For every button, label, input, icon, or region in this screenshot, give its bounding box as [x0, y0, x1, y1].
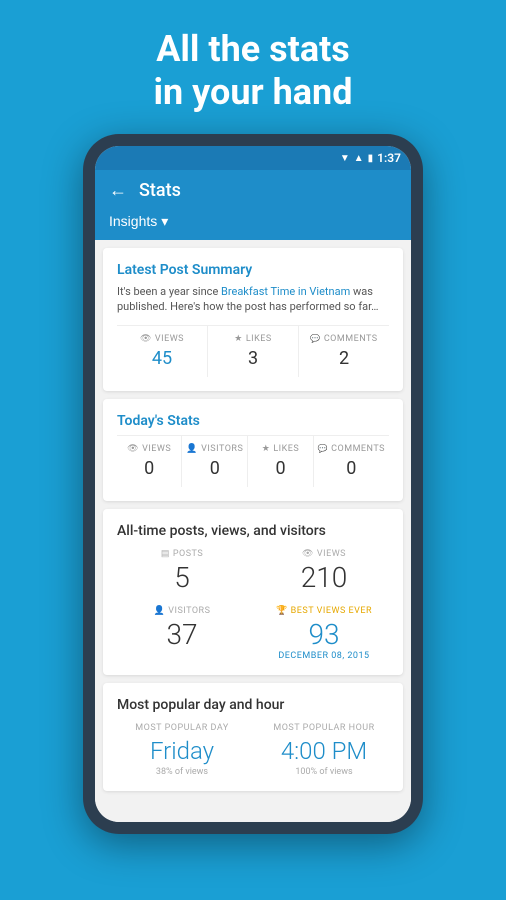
alltime-card: All-time posts, views, and visitors POST… — [103, 509, 403, 675]
popular-hour-sub: 100% of views — [295, 767, 352, 777]
today-person-icon — [186, 444, 198, 454]
hero-line2: in your hand — [153, 71, 352, 113]
insights-tab[interactable]: Insights ▾ — [109, 213, 168, 232]
popular-hour-label: MOST POPULAR HOUR — [273, 723, 374, 733]
today-comments-cell: COMMENTS 0 — [314, 436, 389, 487]
desc-before: It's been a year since — [117, 285, 221, 298]
today-views-value: 0 — [121, 458, 177, 479]
phone-screen: ▼ ▲ ▮ 1:37 ← Stats Insights ▾ Latest Pos… — [95, 146, 411, 822]
alltime-views-value: 210 — [301, 561, 348, 594]
hero-text: All the stats in your hand — [133, 0, 372, 134]
alltime-posts-value: 5 — [174, 561, 190, 594]
popular-hour-cell: MOST POPULAR HOUR 4:00 PM 100% of views — [259, 723, 389, 777]
battery-icon: ▮ — [368, 153, 374, 164]
hero-section: All the stats in your hand — [133, 0, 372, 134]
latest-views-value: 45 — [121, 348, 203, 369]
back-button[interactable]: ← — [109, 180, 127, 201]
latest-views-label: VIEWS — [121, 334, 203, 344]
comment-icon — [310, 334, 320, 344]
latest-post-desc: It's been a year since Breakfast Time in… — [117, 284, 389, 315]
latest-comments-value: 2 — [303, 348, 385, 369]
app-bar: ← Stats — [95, 170, 411, 211]
popular-title: Most popular day and hour — [117, 697, 389, 713]
today-visitors-value: 0 — [186, 458, 243, 479]
alltime-title: All-time posts, views, and visitors — [117, 523, 389, 539]
hero-line1: All the stats — [156, 28, 350, 70]
todays-stats-card: Today's Stats VIEWS 0 VISITORS — [103, 399, 403, 501]
popular-day-label: MOST POPULAR DAY — [135, 723, 228, 733]
status-icons: ▼ ▲ ▮ — [340, 153, 373, 164]
signal-icon: ▲ — [354, 153, 364, 164]
status-bar: ▼ ▲ ▮ 1:37 — [95, 146, 411, 170]
phone-frame: ▼ ▲ ▮ 1:37 ← Stats Insights ▾ Latest Pos… — [83, 134, 423, 834]
alltime-eye-icon — [302, 549, 314, 559]
posts-icon — [161, 549, 170, 559]
popular-day-value: Friday — [150, 737, 214, 765]
latest-post-title: Latest Post Summary — [117, 262, 389, 278]
today-likes-value: 0 — [252, 458, 308, 479]
best-views-cell: BEST VIEWS EVER 93 DECEMBER 08, 2015 — [259, 606, 389, 661]
today-views-cell: VIEWS 0 — [117, 436, 182, 487]
latest-comments-label: COMMENTS — [303, 334, 385, 344]
todays-stats-title: Today's Stats — [117, 413, 389, 429]
alltime-person-icon — [154, 606, 166, 616]
trophy-icon — [276, 606, 288, 616]
star-icon — [234, 334, 243, 344]
wifi-icon: ▼ — [340, 153, 350, 164]
popular-grid: MOST POPULAR DAY Friday 38% of views MOS… — [117, 723, 389, 777]
today-visitors-cell: VISITORS 0 — [182, 436, 248, 487]
tab-dropdown-icon: ▾ — [161, 213, 168, 230]
latest-likes-cell: LIKES 3 — [208, 326, 299, 377]
latest-post-card: Latest Post Summary It's been a year sin… — [103, 248, 403, 391]
today-comment-icon — [318, 444, 328, 454]
tab-bar: Insights ▾ — [95, 211, 411, 240]
popular-card: Most popular day and hour MOST POPULAR D… — [103, 683, 403, 791]
post-link[interactable]: Breakfast Time in Vietnam — [221, 285, 350, 298]
todays-stats-row: VIEWS 0 VISITORS 0 LIK — [117, 435, 389, 487]
latest-views-cell: VIEWS 45 — [117, 326, 208, 377]
latest-likes-label: LIKES — [212, 334, 294, 344]
tab-label: Insights — [109, 213, 157, 229]
alltime-visitors: VISITORS 37 — [117, 606, 247, 661]
latest-likes-value: 3 — [212, 348, 294, 369]
alltime-views: VIEWS 210 — [259, 549, 389, 594]
best-views-date: DECEMBER 08, 2015 — [278, 651, 369, 661]
today-likes-cell: LIKES 0 — [248, 436, 313, 487]
status-time: 1:37 — [377, 151, 401, 165]
latest-comments-cell: COMMENTS 2 — [299, 326, 389, 377]
alltime-posts: POSTS 5 — [117, 549, 247, 594]
eye-icon — [140, 334, 152, 344]
alltime-grid: POSTS 5 VIEWS 210 VISI — [117, 549, 389, 661]
alltime-visitors-value: 37 — [166, 618, 197, 651]
latest-post-stats: VIEWS 45 LIKES 3 COMME — [117, 325, 389, 377]
popular-day-sub: 38% of views — [156, 767, 208, 777]
popular-hour-value: 4:00 PM — [281, 737, 367, 765]
best-views-value: 93 — [308, 618, 339, 651]
today-comments-value: 0 — [318, 458, 385, 479]
today-star-icon — [262, 444, 271, 454]
popular-day-cell: MOST POPULAR DAY Friday 38% of views — [117, 723, 247, 777]
today-eye-icon — [127, 444, 139, 454]
page-title: Stats — [139, 180, 181, 201]
scroll-area[interactable]: Latest Post Summary It's been a year sin… — [95, 240, 411, 823]
